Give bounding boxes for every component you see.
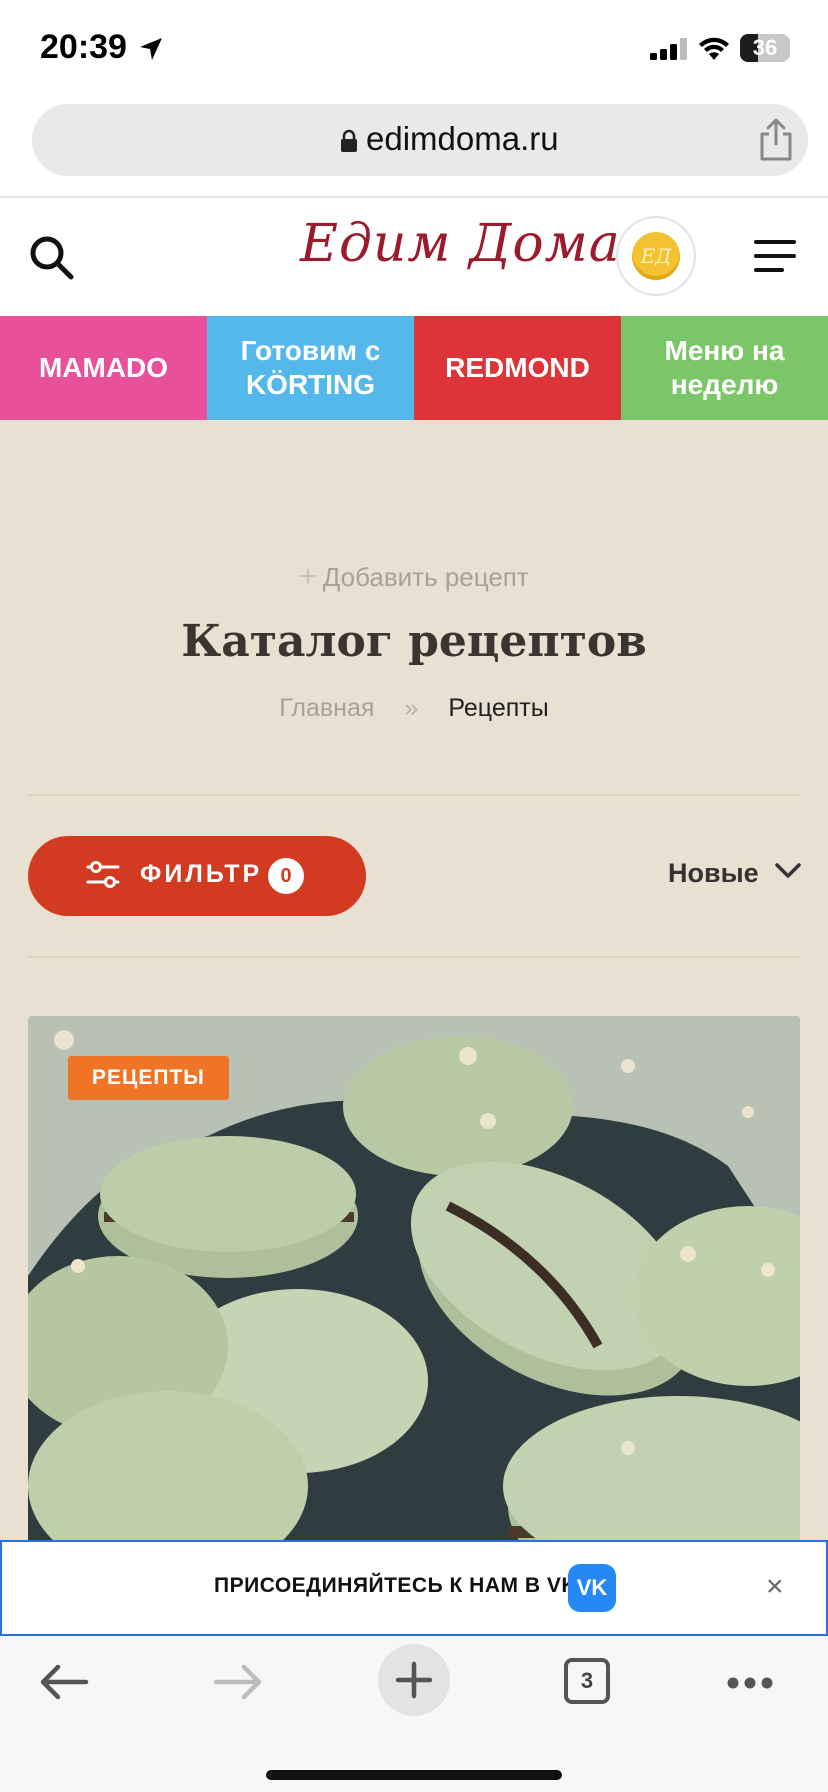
status-bar: 20:39 36 [0,0,828,92]
recipe-card[interactable]: РЕЦЕПТЫ [28,1016,800,1540]
plus-icon [395,1661,433,1699]
add-recipe-label: Добавить рецепт [322,562,529,592]
search-icon[interactable] [28,234,76,282]
category-strip: MAMADO Готовим с KÖRTING REDMOND Меню на… [0,316,828,420]
category-mamado[interactable]: MAMADO [0,316,207,420]
divider [28,956,800,958]
home-indicator [266,1770,562,1780]
site-header: Едим Дома ЕД [0,198,828,316]
more-dots-icon[interactable] [726,1676,774,1690]
close-icon[interactable]: × [766,1570,784,1604]
plus-icon: + [299,560,317,593]
vk-banner[interactable]: ПРИСОЕДИНЯЙТЕСЬ К НАМ В VK! VK × [0,1540,828,1636]
location-arrow-icon [140,38,162,60]
divider [28,794,800,796]
category-weekly-menu[interactable]: Меню на неделю [621,316,828,420]
url-text: edimdoma.ru [366,120,559,157]
filter-count-badge: 0 [268,858,304,894]
filter-button[interactable]: ФИЛЬТР 0 [28,836,366,916]
vk-logo-icon[interactable]: VK [568,1564,616,1612]
breadcrumb-separator: » [404,694,419,722]
breadcrumb-home[interactable]: Главная [279,694,374,722]
chevron-down-icon[interactable] [774,862,802,880]
tabs-button[interactable]: 3 [564,1658,610,1704]
site-logo[interactable]: Едим Дома [300,214,621,274]
back-arrow-icon[interactable] [38,1662,90,1702]
lock-icon [341,129,357,152]
address-bar[interactable]: edimdoma.ru [32,104,808,176]
category-redmond[interactable]: REDMOND [414,316,621,420]
breadcrumb: Главная » Рецепты [0,694,828,723]
category-korting[interactable]: Готовим с KÖRTING [207,316,414,420]
wifi-icon [699,37,729,60]
card-category-tag[interactable]: РЕЦЕПТЫ [68,1056,229,1100]
share-icon[interactable] [758,118,794,162]
new-tab-button[interactable] [378,1644,450,1716]
coin-icon: ЕД [632,232,680,280]
add-recipe-link[interactable]: + Добавить рецепт [0,560,828,594]
battery-icon: 36 [740,34,790,62]
coin-button[interactable]: ЕД [616,216,696,296]
browser-toolbar: 3 [0,1636,828,1792]
battery-level: 36 [752,35,778,60]
filter-label: ФИЛЬТР [140,860,263,888]
main-content: + Добавить рецепт Каталог рецептов Главна… [0,420,828,1540]
cell-signal-icon [650,38,687,60]
menu-icon[interactable] [754,240,796,274]
filter-sliders-icon [86,861,120,888]
forward-arrow-icon[interactable] [212,1662,264,1702]
breadcrumb-current: Рецепты [448,694,549,722]
sort-dropdown[interactable]: Новые [668,858,759,889]
status-time: 20:39 [40,28,127,66]
vk-banner-text: ПРИСОЕДИНЯЙТЕСЬ К НАМ В VK! [214,1574,585,1597]
page-title: Каталог рецептов [181,616,647,667]
